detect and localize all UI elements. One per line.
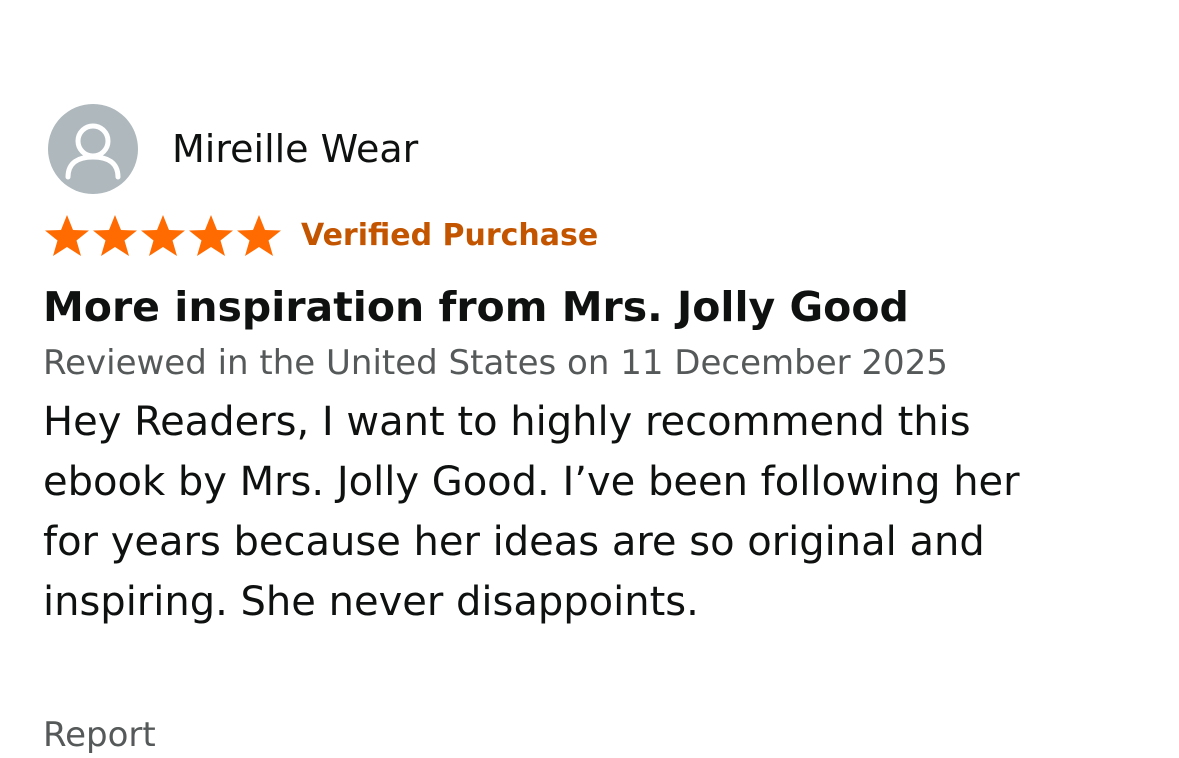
customer-review: Mireille Wear Verified Purchase More ins… bbox=[43, 104, 1143, 632]
user-silhouette-icon bbox=[65, 123, 121, 180]
reviewer-name[interactable]: Mireille Wear bbox=[172, 127, 418, 171]
review-date: Reviewed in the United States on 11 Dece… bbox=[43, 343, 948, 383]
rating-row: Verified Purchase bbox=[43, 210, 1143, 262]
star-icon bbox=[93, 215, 137, 256]
reviewer-profile[interactable]: Mireille Wear bbox=[48, 104, 1143, 194]
star-icon bbox=[189, 215, 233, 256]
review-body-line: Hey Readers, I want to highly recommend … bbox=[43, 399, 971, 445]
review-title: More inspiration from Mrs. Jolly Good bbox=[43, 283, 909, 331]
report-link[interactable]: Report bbox=[43, 712, 156, 758]
review-body-line: inspiring. She never disappoints. bbox=[43, 579, 699, 625]
star-rating bbox=[43, 210, 283, 262]
star-icon bbox=[141, 215, 185, 256]
star-icon bbox=[45, 215, 89, 256]
review-body-line: for years because her ideas are so origi… bbox=[43, 519, 985, 565]
verified-purchase-badge: Verified Purchase bbox=[301, 218, 599, 253]
star-icon bbox=[237, 215, 281, 256]
review-body-line: ebook by Mrs. Jolly Good. I’ve been foll… bbox=[43, 459, 1020, 505]
avatar[interactable] bbox=[48, 104, 138, 194]
review-body: Hey Readers, I want to highly recommend … bbox=[43, 392, 1148, 632]
